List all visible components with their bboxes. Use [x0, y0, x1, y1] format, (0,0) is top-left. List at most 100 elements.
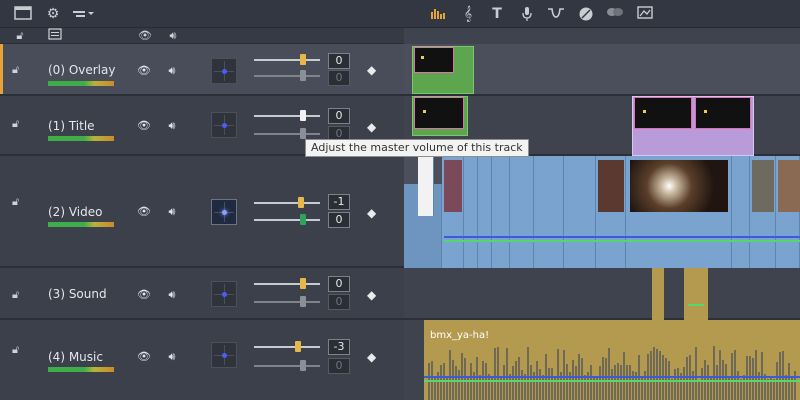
layout-icon[interactable] [12, 4, 34, 24]
keyframe-icon[interactable]: ◆ [367, 350, 381, 364]
sound-clip[interactable] [684, 268, 708, 320]
volume-value[interactable]: -3 [328, 339, 350, 355]
timeline[interactable]: bmx_ya-ha! [404, 28, 800, 400]
lock-icon[interactable]: 🔓︎ [12, 196, 26, 208]
keyframe-icon[interactable]: ◆ [367, 288, 381, 302]
lock-icon[interactable]: 🔓︎ [12, 118, 26, 130]
eye-all-icon[interactable]: 👁︎ [137, 28, 153, 44]
microphone-icon[interactable] [516, 4, 538, 24]
track-name: (4) Music [48, 350, 103, 364]
secondary-volume-slider[interactable] [254, 70, 320, 81]
video-clip[interactable] [534, 156, 564, 268]
transition-icon[interactable] [545, 4, 567, 24]
volume-value[interactable]: 0 [328, 53, 350, 69]
volume-value[interactable]: 0 [328, 108, 350, 124]
speaker-icon[interactable]: 🔊︎ [165, 351, 179, 363]
waveform-bar [620, 365, 622, 400]
video-clip[interactable] [478, 156, 492, 268]
pan-control[interactable] [211, 342, 237, 368]
title-text-icon[interactable]: T [486, 4, 508, 24]
clip-thumbnail [630, 160, 728, 212]
secondary-volume-value[interactable]: 0 [328, 294, 350, 310]
color-icon[interactable] [575, 4, 597, 24]
eye-icon[interactable]: 👁︎ [137, 351, 151, 363]
track-list-icon[interactable] [46, 28, 64, 44]
video-clip-white[interactable] [418, 156, 434, 216]
lock-all-icon[interactable]: 🔓︎ [12, 28, 28, 44]
master-volume-slider[interactable] [254, 110, 320, 121]
video-clip[interactable] [564, 156, 596, 268]
track-video[interactable]: 🔓︎ (2) Video 👁︎ 🔊︎ -1 0 ◆ [0, 156, 404, 268]
master-volume-slider[interactable] [254, 278, 320, 289]
audio-levels-icon[interactable] [427, 4, 449, 24]
waveform-bar [563, 349, 565, 400]
keyframe-icon[interactable]: ◆ [367, 120, 381, 134]
secondary-volume-slider[interactable] [254, 214, 320, 225]
eye-icon[interactable]: 👁︎ [137, 289, 151, 301]
music-clip[interactable]: bmx_ya-ha! [424, 320, 800, 400]
secondary-volume-value[interactable]: 0 [328, 212, 350, 228]
secondary-volume-slider[interactable] [254, 296, 320, 307]
eye-icon[interactable]: 👁︎ [137, 120, 151, 132]
link-icon[interactable] [604, 4, 626, 24]
master-volume-slider[interactable] [254, 197, 320, 208]
sound-clip[interactable] [652, 268, 664, 320]
music-icon[interactable]: 𝄞 [457, 4, 479, 24]
track-overlay[interactable]: 🔓︎ (0) Overlay 👁︎ 🔊︎ 0 0 ◆ [0, 44, 404, 96]
waveform-bar [566, 364, 568, 400]
waveform-bar [716, 364, 718, 400]
track-music[interactable]: 🔓︎ (4) Music 👁︎ 🔊︎ -3 0 ◆ [0, 320, 404, 400]
clip-thumbnail [414, 47, 454, 73]
secondary-volume-value[interactable]: 0 [328, 70, 350, 86]
timeline-row-sound [404, 268, 800, 320]
track-sound[interactable]: 🔓︎ (3) Sound 👁︎ 🔊︎ 0 0 ◆ [0, 268, 404, 320]
keyframe-line[interactable] [424, 380, 800, 382]
eye-icon[interactable]: 👁︎ [137, 206, 151, 218]
waveform-bar [530, 364, 532, 400]
volume-value[interactable]: 0 [328, 276, 350, 292]
settings-icon[interactable]: ⚙ [42, 4, 64, 24]
secondary-volume-slider[interactable] [254, 360, 320, 371]
keyframe-line[interactable] [688, 304, 704, 306]
video-clip[interactable] [492, 156, 510, 268]
video-clip[interactable] [510, 156, 534, 268]
speaker-icon[interactable]: 🔊︎ [165, 65, 179, 77]
clip-thumbnail [752, 160, 774, 212]
level-meter [48, 367, 114, 372]
master-volume-slider[interactable] [254, 54, 320, 65]
eye-icon[interactable]: 👁︎ [137, 65, 151, 77]
keyframe-icon[interactable]: ◆ [367, 63, 381, 77]
speaker-all-icon[interactable]: 🔊︎ [165, 28, 181, 44]
volume-line[interactable] [444, 236, 800, 238]
pan-control[interactable] [211, 112, 237, 138]
volume-line[interactable] [424, 376, 800, 378]
track-name: (2) Video [48, 205, 103, 219]
speaker-icon[interactable]: 🔊︎ [165, 289, 179, 301]
keyframe-icon[interactable]: ◆ [367, 206, 381, 220]
volume-value[interactable]: -1 [328, 194, 350, 210]
master-volume-slider[interactable] [254, 341, 320, 352]
speaker-icon[interactable]: 🔊︎ [165, 206, 179, 218]
lock-icon[interactable]: 🔓︎ [12, 289, 26, 301]
secondary-volume-value[interactable]: 0 [328, 358, 350, 374]
secondary-volume-slider[interactable] [254, 128, 320, 139]
speaker-icon[interactable]: 🔊︎ [165, 120, 179, 132]
pan-control[interactable] [211, 58, 237, 84]
video-clip[interactable] [464, 156, 478, 268]
waveform-bar [740, 379, 742, 400]
image-icon[interactable] [634, 4, 656, 24]
timeline-row-music: bmx_ya-ha! [404, 320, 800, 400]
pan-control[interactable] [211, 281, 237, 307]
video-clip[interactable] [732, 156, 750, 268]
track-options-icon[interactable] [70, 4, 96, 24]
pan-control[interactable] [211, 199, 237, 225]
lock-icon[interactable]: 🔓︎ [12, 344, 26, 356]
keyframe-line[interactable] [444, 240, 800, 242]
waveform-bar [674, 369, 676, 400]
waveform-bar [503, 364, 505, 400]
waveform-bar [773, 379, 775, 400]
waveform-bar [551, 368, 553, 400]
lock-icon[interactable]: 🔓︎ [12, 64, 26, 76]
waveform-bar [557, 348, 559, 400]
waveform-bar [698, 379, 700, 400]
